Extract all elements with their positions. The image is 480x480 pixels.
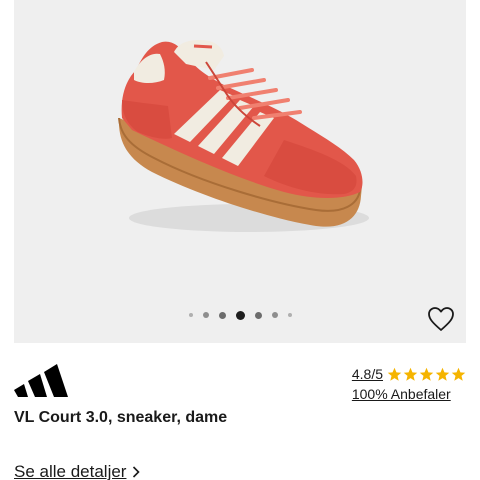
star-icon bbox=[435, 367, 450, 381]
star-icon bbox=[451, 367, 466, 381]
adidas-logo[interactable] bbox=[14, 364, 68, 398]
favorite-button[interactable] bbox=[421, 302, 461, 336]
sneaker-image bbox=[118, 40, 369, 232]
star-icon bbox=[403, 367, 418, 381]
rating-stars bbox=[387, 367, 466, 382]
star-icon bbox=[419, 367, 434, 381]
carousel-indicator[interactable] bbox=[14, 309, 466, 321]
see-all-details-label: Se alle detaljer bbox=[14, 462, 127, 480]
carousel-dot[interactable] bbox=[188, 313, 193, 317]
star-icon bbox=[387, 367, 402, 381]
product-image-gallery[interactable] bbox=[14, 0, 466, 343]
carousel-dot[interactable] bbox=[271, 312, 278, 318]
rating-summary[interactable]: 4.8/5 100% Anbefaler bbox=[352, 366, 466, 402]
carousel-dot[interactable] bbox=[254, 311, 262, 319]
carousel-dot-active[interactable] bbox=[235, 310, 245, 320]
carousel-dot[interactable] bbox=[287, 313, 292, 317]
heart-outline-icon bbox=[428, 307, 454, 331]
carousel-dot[interactable] bbox=[202, 312, 209, 318]
see-all-details-link[interactable]: Se alle detaljer bbox=[14, 462, 141, 480]
carousel-dot[interactable] bbox=[218, 311, 226, 319]
recommend-percentage[interactable]: 100% Anbefaler bbox=[352, 386, 466, 402]
rating-value[interactable]: 4.8/5 bbox=[352, 366, 383, 382]
chevron-right-icon bbox=[133, 466, 141, 478]
product-title: VL Court 3.0, sneaker, dame bbox=[14, 409, 228, 426]
